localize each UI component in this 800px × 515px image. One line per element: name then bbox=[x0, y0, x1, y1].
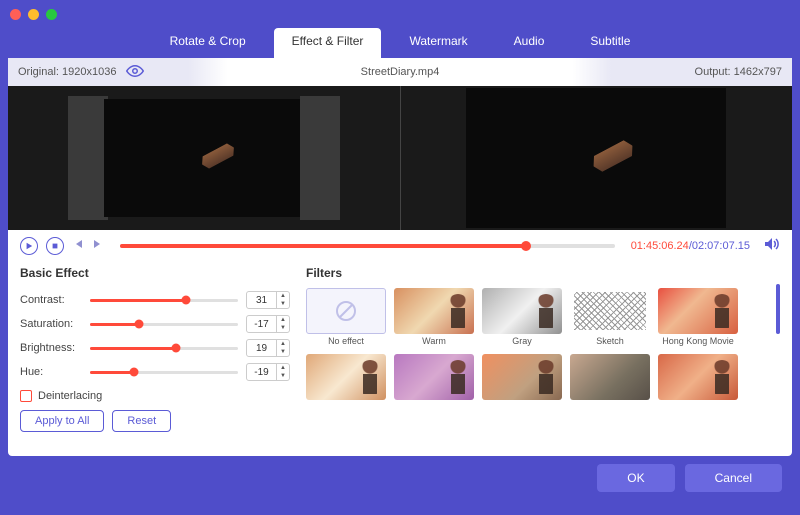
original-preview-pane bbox=[8, 86, 401, 230]
tab-subtitle[interactable]: Subtitle bbox=[572, 28, 648, 58]
filter-label: Gray bbox=[482, 336, 562, 346]
tab-bar: Rotate & Crop Effect & Filter Watermark … bbox=[0, 28, 800, 58]
tab-rotate-crop[interactable]: Rotate & Crop bbox=[152, 28, 264, 58]
play-button[interactable] bbox=[20, 237, 38, 255]
hue-stepper[interactable]: -19▲▼ bbox=[246, 363, 290, 381]
tab-effect-filter[interactable]: Effect & Filter bbox=[274, 28, 382, 58]
filter-item[interactable] bbox=[658, 354, 738, 412]
output-dimensions-label: Output: 1462x797 bbox=[695, 66, 782, 78]
tab-audio[interactable]: Audio bbox=[496, 28, 563, 58]
filter-sketch[interactable]: Sketch bbox=[570, 288, 650, 346]
contrast-label: Contrast: bbox=[20, 294, 82, 306]
filter-warm[interactable]: Warm bbox=[394, 288, 474, 346]
info-bar: Original: 1920x1036 StreetDiary.mp4 Outp… bbox=[8, 58, 792, 86]
current-time: 01:45:06.24 bbox=[631, 240, 689, 252]
contrast-slider[interactable] bbox=[90, 299, 238, 302]
filter-label: Sketch bbox=[570, 336, 650, 346]
contrast-up-button[interactable]: ▲ bbox=[277, 292, 289, 300]
ok-button[interactable]: OK bbox=[597, 464, 674, 492]
stop-button[interactable] bbox=[46, 237, 64, 255]
filter-item[interactable] bbox=[570, 354, 650, 412]
hue-down-button[interactable]: ▼ bbox=[277, 372, 289, 380]
apply-to-all-button[interactable]: Apply to All bbox=[20, 410, 104, 432]
filter-hong-kong-movie[interactable]: Hong Kong Movie bbox=[658, 288, 738, 346]
filter-no-effect[interactable]: No effect bbox=[306, 288, 386, 346]
minimize-traffic-light[interactable] bbox=[28, 9, 39, 20]
contrast-stepper[interactable]: 31▲▼ bbox=[246, 291, 290, 309]
saturation-down-button[interactable]: ▼ bbox=[277, 324, 289, 332]
deinterlacing-label: Deinterlacing bbox=[38, 390, 102, 402]
brightness-down-button[interactable]: ▼ bbox=[277, 348, 289, 356]
total-time: 02:07:07.15 bbox=[692, 240, 750, 252]
time-display: 01:45:06.24/02:07:07.15 bbox=[631, 240, 750, 252]
next-frame-button[interactable] bbox=[92, 237, 104, 255]
main-panel: Original: 1920x1036 StreetDiary.mp4 Outp… bbox=[8, 58, 792, 456]
filter-item[interactable] bbox=[394, 354, 474, 412]
contrast-down-button[interactable]: ▼ bbox=[277, 300, 289, 308]
preview-row bbox=[8, 86, 792, 230]
brightness-slider[interactable] bbox=[90, 347, 238, 350]
filter-label: Warm bbox=[394, 336, 474, 346]
tab-watermark[interactable]: Watermark bbox=[391, 28, 485, 58]
reset-button[interactable]: Reset bbox=[112, 410, 171, 432]
footer: OK Cancel bbox=[0, 456, 800, 500]
original-dimensions-label: Original: 1920x1036 bbox=[18, 66, 116, 78]
output-preview-pane bbox=[401, 86, 793, 230]
deinterlacing-checkbox[interactable] bbox=[20, 390, 32, 402]
preview-eye-icon[interactable] bbox=[126, 65, 144, 80]
filters-scrollbar[interactable] bbox=[776, 284, 780, 334]
saturation-slider[interactable] bbox=[90, 323, 238, 326]
prev-frame-button[interactable] bbox=[72, 237, 84, 255]
filters-panel: Filters No effect Warm Gray Sketch Hong … bbox=[306, 266, 780, 456]
hue-slider[interactable] bbox=[90, 371, 238, 374]
filter-label: No effect bbox=[306, 336, 386, 346]
filter-item[interactable] bbox=[482, 354, 562, 412]
timeline-slider[interactable] bbox=[120, 244, 615, 248]
hue-up-button[interactable]: ▲ bbox=[277, 364, 289, 372]
editor-row: Basic Effect Contrast: 31▲▼ Saturation: … bbox=[8, 262, 792, 456]
saturation-stepper[interactable]: -17▲▼ bbox=[246, 315, 290, 333]
zoom-traffic-light[interactable] bbox=[46, 9, 57, 20]
cancel-button[interactable]: Cancel bbox=[685, 464, 782, 492]
filter-label: Hong Kong Movie bbox=[658, 336, 738, 346]
volume-icon[interactable] bbox=[764, 237, 780, 256]
timeline-thumb[interactable] bbox=[521, 241, 531, 251]
output-video-frame bbox=[466, 88, 726, 228]
playback-controls: 01:45:06.24/02:07:07.15 bbox=[8, 230, 792, 262]
close-traffic-light[interactable] bbox=[10, 9, 21, 20]
saturation-label: Saturation: bbox=[20, 318, 82, 330]
brightness-label: Brightness: bbox=[20, 342, 82, 354]
hue-label: Hue: bbox=[20, 366, 82, 378]
window-titlebar bbox=[0, 0, 800, 28]
saturation-up-button[interactable]: ▲ bbox=[277, 316, 289, 324]
filter-gray[interactable]: Gray bbox=[482, 288, 562, 346]
basic-effect-title: Basic Effect bbox=[20, 266, 290, 280]
basic-effect-panel: Basic Effect Contrast: 31▲▼ Saturation: … bbox=[20, 266, 290, 456]
original-video-frame bbox=[104, 99, 304, 217]
brightness-stepper[interactable]: 19▲▼ bbox=[246, 339, 290, 357]
brightness-up-button[interactable]: ▲ bbox=[277, 340, 289, 348]
filter-item[interactable] bbox=[306, 354, 386, 412]
filters-title: Filters bbox=[306, 266, 780, 280]
